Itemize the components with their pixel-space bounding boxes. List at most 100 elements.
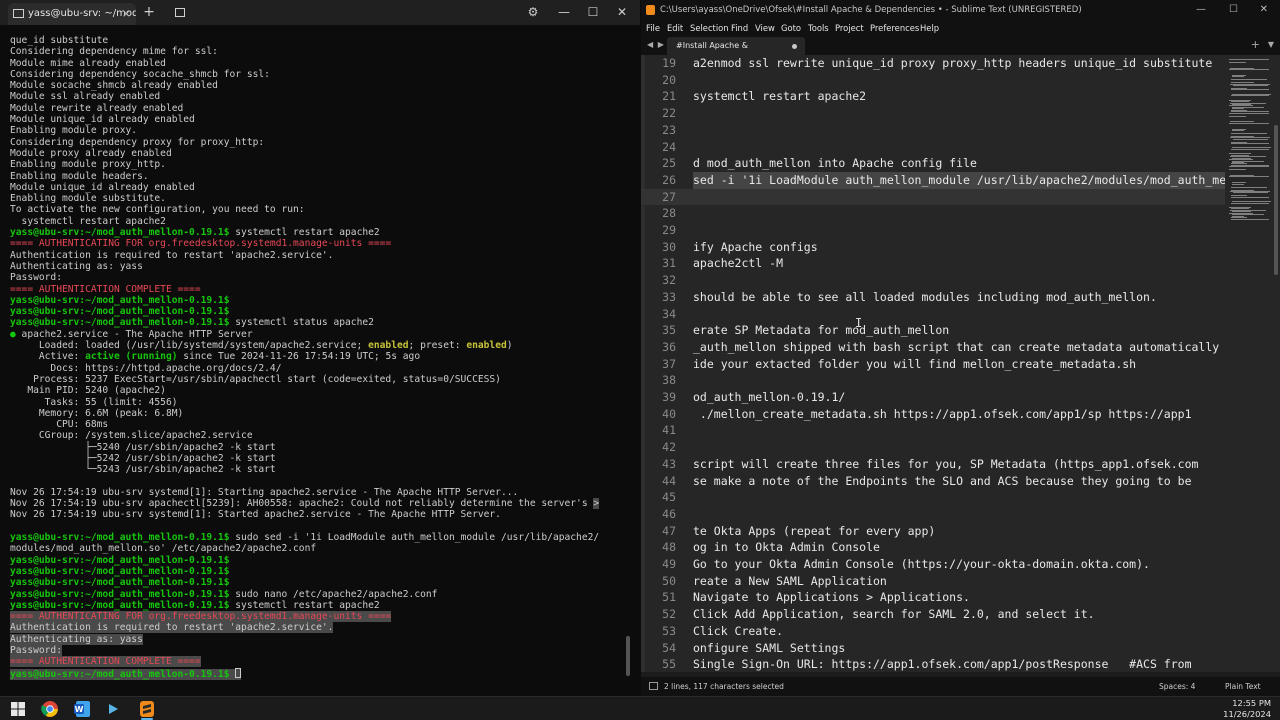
editor-line[interactable]: 39 od_auth_mellon-0.19.1/ — [641, 389, 1225, 406]
terminal-scrollbar[interactable] — [626, 636, 630, 676]
editor-area[interactable]: 19 a2enmod ssl rewrite unique_id proxy pr… — [641, 55, 1280, 672]
line-text: Click Add Application, search for SAML 2… — [693, 607, 1095, 622]
menu-find[interactable]: Find — [731, 20, 748, 36]
editor-line[interactable]: 40 ./mellon_create_metadata.sh https://a… — [641, 406, 1225, 423]
editor-line[interactable]: 24 — [641, 139, 1225, 156]
sublime-close-button[interactable]: ✕ — [1260, 0, 1268, 20]
editor-line[interactable]: 54 onfigure SAML Settings — [641, 640, 1225, 657]
editor-line[interactable]: 30 ify Apache configs — [641, 239, 1225, 256]
system-clock[interactable]: 12:55 PM 11/26/2024 — [1223, 698, 1271, 719]
editor-line[interactable]: 52 Click Add Application, search for SAML… — [641, 606, 1225, 623]
menu-selection[interactable]: Selection — [690, 20, 729, 36]
editor-scrollbar[interactable] — [1274, 125, 1278, 275]
line-number: 35 — [662, 323, 676, 338]
editor-line[interactable]: 31 apache2ctl -M — [641, 255, 1225, 272]
editor-line[interactable]: 34 — [641, 306, 1225, 323]
editor-line[interactable]: 46 — [641, 506, 1225, 523]
tab-close-icon[interactable]: × — [122, 3, 131, 25]
terminal-text: enabled — [466, 340, 507, 352]
terminal-tab[interactable]: yass@ubu-srv: ~/mod… × — [8, 3, 136, 25]
terminal-output[interactable]: que_id substitute Considering dependency … — [10, 35, 622, 685]
editor-line[interactable]: 51 Navigate to Applications > Application… — [641, 589, 1225, 606]
settings-gear-icon[interactable]: ⚙ — [524, 0, 542, 25]
terminal-line: Module mime already enabled — [10, 58, 622, 69]
menu-help[interactable]: Help — [920, 20, 939, 36]
line-number: 48 — [662, 540, 676, 555]
minimap-line — [1233, 85, 1268, 87]
editor-line[interactable]: 29 — [641, 222, 1225, 239]
menu-edit[interactable]: Edit — [667, 20, 683, 36]
line-number: 37 — [662, 356, 676, 371]
editor-line[interactable]: 22 — [641, 105, 1225, 122]
line-number: 41 — [662, 423, 676, 438]
editor-line[interactable]: 21 systemctl restart apache2 — [641, 88, 1225, 105]
editor-line[interactable]: 53 Click Create. — [641, 623, 1225, 640]
minimap-line — [1229, 115, 1247, 117]
minimap[interactable] — [1225, 55, 1274, 672]
auth-banner: ==== AUTHENTICATION COMPLETE ==== — [10, 656, 201, 668]
terminal-text: Considering dependency mime for ssl: — [10, 46, 218, 58]
windows-start-icon[interactable] — [9, 700, 27, 718]
terminal-text: Enabling module proxy_http. — [10, 159, 166, 171]
tab-navigation-arrows-icon[interactable]: ◀ ▶ — [647, 36, 665, 53]
sublime-window[interactable]: C:\Users\ayass\OneDrive\Ofsek\#Install A… — [641, 0, 1280, 696]
new-tab-button[interactable]: + — [142, 0, 156, 25]
menu-preferences[interactable]: Preferences — [870, 20, 919, 36]
close-button[interactable]: ✕ — [613, 0, 631, 25]
word-icon[interactable]: W — [73, 700, 91, 718]
menu-file[interactable]: File — [646, 20, 660, 36]
syntax-status[interactable]: Plain Text — [1225, 677, 1261, 696]
terminal-text: Docs: https://httpd.apache.org/docs/2.4/ — [10, 362, 282, 374]
minimap-line — [1231, 132, 1268, 134]
editor-tab[interactable]: #Install Apache & Dependencies — [667, 37, 805, 68]
unsaved-dot-icon[interactable] — [792, 44, 797, 49]
line-number: 25 — [662, 156, 676, 171]
editor-line[interactable]: 33 should be able to see all loaded modul… — [641, 289, 1225, 306]
sublime-minimize-button[interactable]: — — [1196, 0, 1206, 20]
minimap-line — [1229, 122, 1269, 124]
editor-line[interactable]: 47 te Okta Apps (repeat for every app) — [641, 523, 1225, 540]
editor-line[interactable]: 41 — [641, 422, 1225, 439]
sublime-maximize-button[interactable]: ☐ — [1229, 0, 1238, 20]
chrome-icon[interactable] — [41, 700, 59, 718]
editor-line[interactable]: 28 — [641, 205, 1225, 222]
editor-line[interactable]: 55 Single Sign-On URL: https://app1.ofsek… — [641, 656, 1225, 672]
editor-line[interactable]: 48 og in to Okta Admin Console — [641, 539, 1225, 556]
editor-line[interactable]: 45 — [641, 489, 1225, 506]
new-tab-plus-icon[interactable]: + — [1251, 36, 1260, 53]
editor-line[interactable]: 43 script will create three files for you… — [641, 456, 1225, 473]
sublime-taskbar-icon[interactable] — [138, 700, 156, 718]
line-number: 45 — [662, 490, 676, 505]
editor-line[interactable]: 42 — [641, 439, 1225, 456]
editor-line[interactable]: 36 _auth_mellon shipped with bash script … — [641, 339, 1225, 356]
editor-line[interactable]: 20 — [641, 72, 1225, 89]
editor-line[interactable]: 35 erate SP Metadata for mod_auth_mellon — [641, 322, 1225, 339]
editor-line[interactable]: 50 reate a New SAML Application — [641, 573, 1225, 590]
editor-line[interactable]: 25 d mod_auth_mellon into Apache config f… — [641, 155, 1225, 172]
editor-line[interactable]: 38 — [641, 372, 1225, 389]
terminal-app-icon[interactable] — [106, 700, 124, 718]
editor-line[interactable]: 26 sed -i '1i LoadModule auth_mellon_modu… — [641, 171, 1225, 189]
editor-line[interactable]: 32 — [641, 272, 1225, 289]
indentation-status[interactable]: Spaces: 4 — [1159, 677, 1195, 696]
editor-line[interactable]: 44 se make a note of the Endpoints the SL… — [641, 473, 1225, 490]
menu-tools[interactable]: Tools — [808, 20, 829, 36]
tab-overview-icon[interactable] — [172, 0, 188, 25]
tab-list-dropdown-icon[interactable]: ▼ — [1268, 36, 1274, 53]
terminal-line: Process: 5237 ExecStart=/usr/sbin/apache… — [10, 374, 622, 385]
menu-project[interactable]: Project — [835, 20, 864, 36]
editor-line[interactable]: 23 — [641, 122, 1225, 139]
editor-line[interactable]: 19 a2enmod ssl rewrite unique_id proxy pr… — [641, 55, 1225, 72]
menu-goto[interactable]: Goto — [781, 20, 801, 36]
terminal-text: CGroup: /system.slice/apache2.service — [10, 430, 253, 442]
maximize-button[interactable]: ☐ — [584, 0, 602, 25]
terminal-line: Nov 26 17:54:19 ubu-srv apachectl[5239]:… — [10, 498, 622, 510]
editor-line[interactable]: 49 Go to your Okta Admin Console (https:/… — [641, 556, 1225, 573]
panel-toggle-icon[interactable] — [649, 682, 658, 690]
minimize-button[interactable]: — — [555, 0, 573, 25]
editor-line[interactable]: 27 — [641, 188, 1225, 206]
terminal-window[interactable]: yass@ubu-srv: ~/mod… × + ⚙ — ☐ ✕ que_id … — [0, 0, 640, 696]
terminal-line: └─5243 /usr/sbin/apache2 -k start — [10, 464, 622, 475]
editor-line[interactable]: 37 ide your extacted folder you will find… — [641, 356, 1225, 373]
menu-view[interactable]: View — [755, 20, 775, 36]
